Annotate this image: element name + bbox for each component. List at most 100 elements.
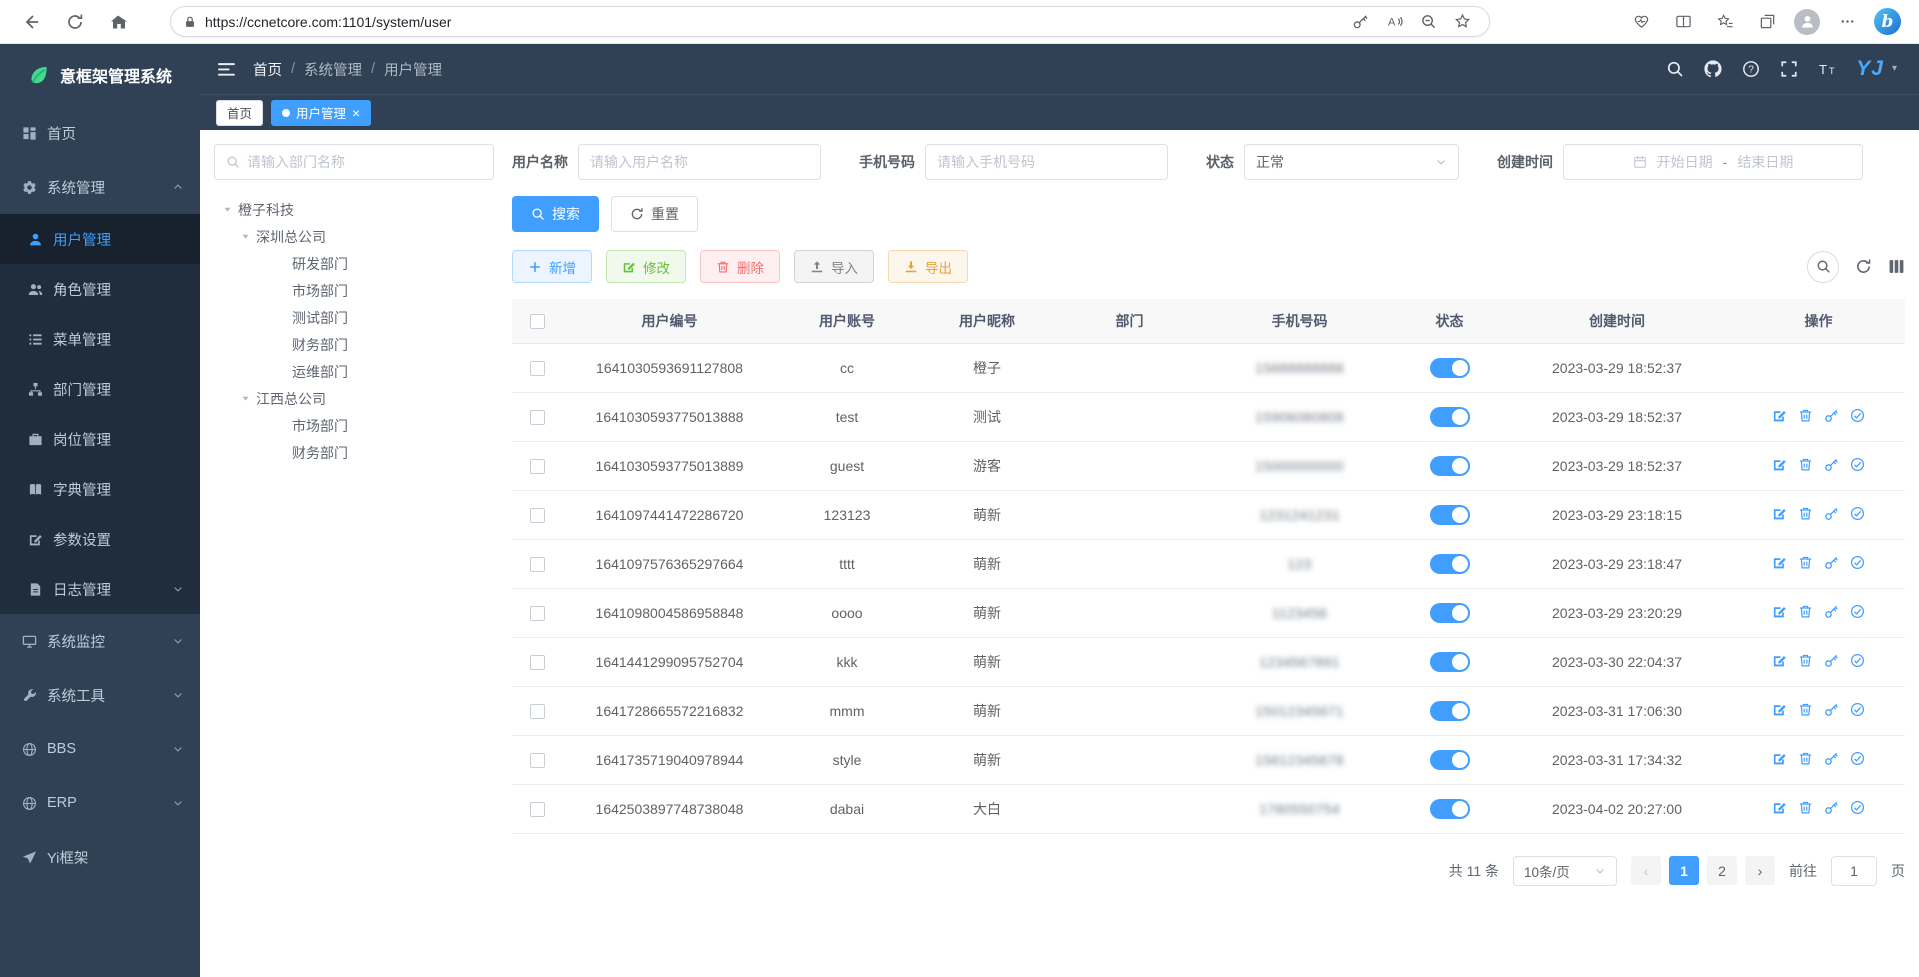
prev-page-button[interactable]: ‹	[1631, 856, 1661, 885]
page-button[interactable]: 2	[1707, 856, 1737, 885]
page-size-select[interactable]: 10条/页	[1513, 856, 1617, 886]
sidebar-item[interactable]: 系统工具	[0, 668, 200, 722]
delete-icon[interactable]	[1798, 457, 1813, 472]
columns-icon[interactable]	[1888, 258, 1905, 275]
status-toggle[interactable]	[1430, 603, 1470, 623]
tree-node[interactable]: 市场部门	[214, 412, 494, 439]
sidebar-subitem[interactable]: 菜单管理	[0, 314, 200, 364]
hamburger-icon[interactable]	[218, 60, 237, 79]
reset-password-icon[interactable]	[1824, 408, 1839, 423]
github-icon[interactable]	[1704, 60, 1722, 78]
assign-role-icon[interactable]	[1850, 702, 1865, 717]
browser-home-button[interactable]	[102, 5, 136, 39]
assign-role-icon[interactable]	[1850, 457, 1865, 472]
edit-icon[interactable]	[1772, 751, 1787, 766]
tab-close-icon[interactable]: ×	[352, 106, 360, 120]
refresh-circle-icon[interactable]	[1855, 258, 1872, 275]
read-aloud-icon[interactable]: A	[1379, 7, 1409, 37]
sidebar-subitem[interactable]: 角色管理	[0, 264, 200, 314]
tree-node[interactable]: 运维部门	[214, 358, 494, 385]
user-menu-caret-icon[interactable]: ▾	[1892, 63, 1897, 74]
sidebar-item[interactable]: 系统管理	[0, 160, 200, 214]
edit-icon[interactable]	[1772, 506, 1787, 521]
search-icon[interactable]	[1666, 60, 1684, 78]
tree-node[interactable]: 市场部门	[214, 277, 494, 304]
delete-icon[interactable]	[1798, 751, 1813, 766]
row-checkbox[interactable]	[530, 410, 545, 425]
date-range-picker[interactable]: 开始日期 - 结束日期	[1563, 144, 1863, 180]
row-checkbox[interactable]	[530, 753, 545, 768]
tree-node[interactable]: 测试部门	[214, 304, 494, 331]
fullscreen-icon[interactable]	[1780, 60, 1798, 78]
row-checkbox[interactable]	[530, 508, 545, 523]
edit-icon[interactable]	[1772, 555, 1787, 570]
sidebar-subitem[interactable]: 岗位管理	[0, 414, 200, 464]
row-checkbox[interactable]	[530, 704, 545, 719]
reset-password-icon[interactable]	[1824, 457, 1839, 472]
yj-logo[interactable]: YJ	[1856, 57, 1884, 81]
zoom-icon[interactable]	[1413, 7, 1443, 37]
tree-node[interactable]: 财务部门	[214, 331, 494, 358]
tab-item[interactable]: 首页	[216, 100, 263, 126]
delete-icon[interactable]	[1798, 800, 1813, 815]
lock-icon[interactable]	[183, 15, 197, 29]
browser-refresh-button[interactable]	[58, 5, 92, 39]
status-toggle[interactable]	[1430, 554, 1470, 574]
status-toggle[interactable]	[1430, 358, 1470, 378]
tree-node[interactable]: 江西总公司	[214, 385, 494, 412]
reset-password-icon[interactable]	[1824, 751, 1839, 766]
row-checkbox[interactable]	[530, 557, 545, 572]
help-icon[interactable]: ?	[1742, 60, 1760, 78]
more-options-icon[interactable]	[1832, 7, 1862, 37]
sidebar-subitem[interactable]: 字典管理	[0, 464, 200, 514]
delete-icon[interactable]	[1798, 604, 1813, 619]
delete-icon[interactable]	[1798, 555, 1813, 570]
select-all-checkbox[interactable]	[530, 314, 545, 329]
username-input[interactable]	[590, 154, 809, 170]
row-checkbox[interactable]	[530, 459, 545, 474]
tree-node[interactable]: 橙子科技	[214, 196, 494, 223]
app-logo[interactable]: 意框架管理系统	[0, 44, 200, 106]
breadcrumb-item[interactable]: 首页	[253, 59, 282, 80]
favorites-bar-icon[interactable]	[1710, 7, 1740, 37]
status-toggle[interactable]	[1430, 652, 1470, 672]
edit-icon[interactable]	[1772, 653, 1787, 668]
sidebar-subitem[interactable]: 用户管理	[0, 214, 200, 264]
export-button[interactable]: 导出	[888, 250, 968, 283]
reset-password-icon[interactable]	[1824, 800, 1839, 815]
edit-icon[interactable]	[1772, 800, 1787, 815]
import-button[interactable]: 导入	[794, 250, 874, 283]
delete-icon[interactable]	[1798, 702, 1813, 717]
bing-icon[interactable]: b	[1874, 8, 1901, 35]
assign-role-icon[interactable]	[1850, 751, 1865, 766]
tree-node[interactable]: 财务部门	[214, 439, 494, 466]
status-toggle[interactable]	[1430, 407, 1470, 427]
dept-search-input[interactable]	[247, 154, 482, 170]
status-toggle[interactable]	[1430, 799, 1470, 819]
password-key-icon[interactable]	[1345, 7, 1375, 37]
reset-password-icon[interactable]	[1824, 702, 1839, 717]
sidebar-subitem[interactable]: 部门管理	[0, 364, 200, 414]
reset-button[interactable]: 重置	[611, 196, 698, 232]
tree-node[interactable]: 研发部门	[214, 250, 494, 277]
row-checkbox[interactable]	[530, 802, 545, 817]
delete-icon[interactable]	[1798, 653, 1813, 668]
sidebar-item[interactable]: Yi框架	[0, 830, 200, 884]
search-circle-icon[interactable]	[1807, 251, 1839, 283]
browser-essentials-icon[interactable]	[1626, 7, 1656, 37]
status-toggle[interactable]	[1430, 750, 1470, 770]
sidebar-subitem[interactable]: 参数设置	[0, 514, 200, 564]
reset-password-icon[interactable]	[1824, 555, 1839, 570]
edit-icon[interactable]	[1772, 604, 1787, 619]
page-button[interactable]: 1	[1669, 856, 1699, 885]
breadcrumb-item[interactable]: 系统管理	[304, 59, 362, 80]
delete-icon[interactable]	[1798, 506, 1813, 521]
sidebar-item[interactable]: ERP	[0, 776, 200, 830]
edit-icon[interactable]	[1772, 408, 1787, 423]
status-toggle[interactable]	[1430, 505, 1470, 525]
row-checkbox[interactable]	[530, 361, 545, 376]
split-screen-icon[interactable]	[1668, 7, 1698, 37]
search-button[interactable]: 搜索	[512, 196, 599, 232]
edit-icon[interactable]	[1772, 457, 1787, 472]
assign-role-icon[interactable]	[1850, 800, 1865, 815]
